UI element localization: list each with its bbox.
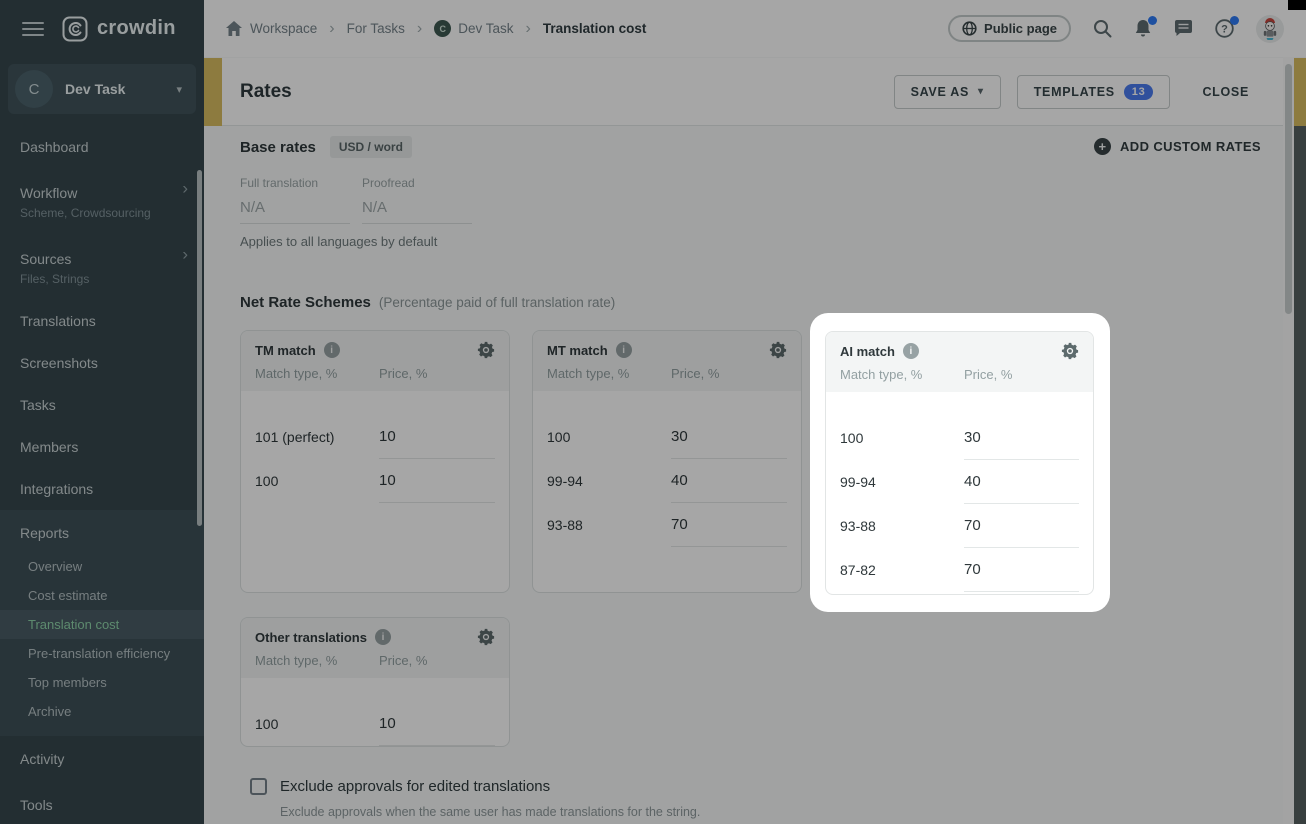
column-header-match-type: Match type, % [840,367,964,382]
match-type-value: 99-94 [840,474,964,490]
cursor-artifact [1288,0,1306,10]
match-type-value: 87-82 [840,562,964,578]
match-type-value: 93-88 [840,518,964,534]
ai-match-spotlight: AI matchiMatch type, %Price, %1003099-94… [810,313,1110,612]
crowdin-app: crowdin C Dev Task ▾ DashboardWorkflowSc… [0,0,1306,824]
rate-row: 99-9440 [840,460,1079,504]
settings-gear-icon[interactable] [1061,342,1079,360]
rate-row: 10030 [840,416,1079,460]
price-input[interactable]: 70 [964,504,1079,548]
rate-row: 93-8870 [840,504,1079,548]
price-input[interactable]: 40 [964,460,1079,504]
rate-card-ai: AI matchiMatch type, %Price, %1003099-94… [825,331,1094,595]
price-input[interactable]: 30 [964,416,1079,460]
price-input[interactable]: 70 [964,548,1079,592]
column-header-price: Price, % [964,367,1012,382]
tour-dim-overlay [0,0,1306,824]
rate-row: 87-8270 [840,548,1079,592]
match-type-value: 100 [840,430,964,446]
info-icon[interactable]: i [903,343,919,359]
card-title: AI match [840,344,895,359]
